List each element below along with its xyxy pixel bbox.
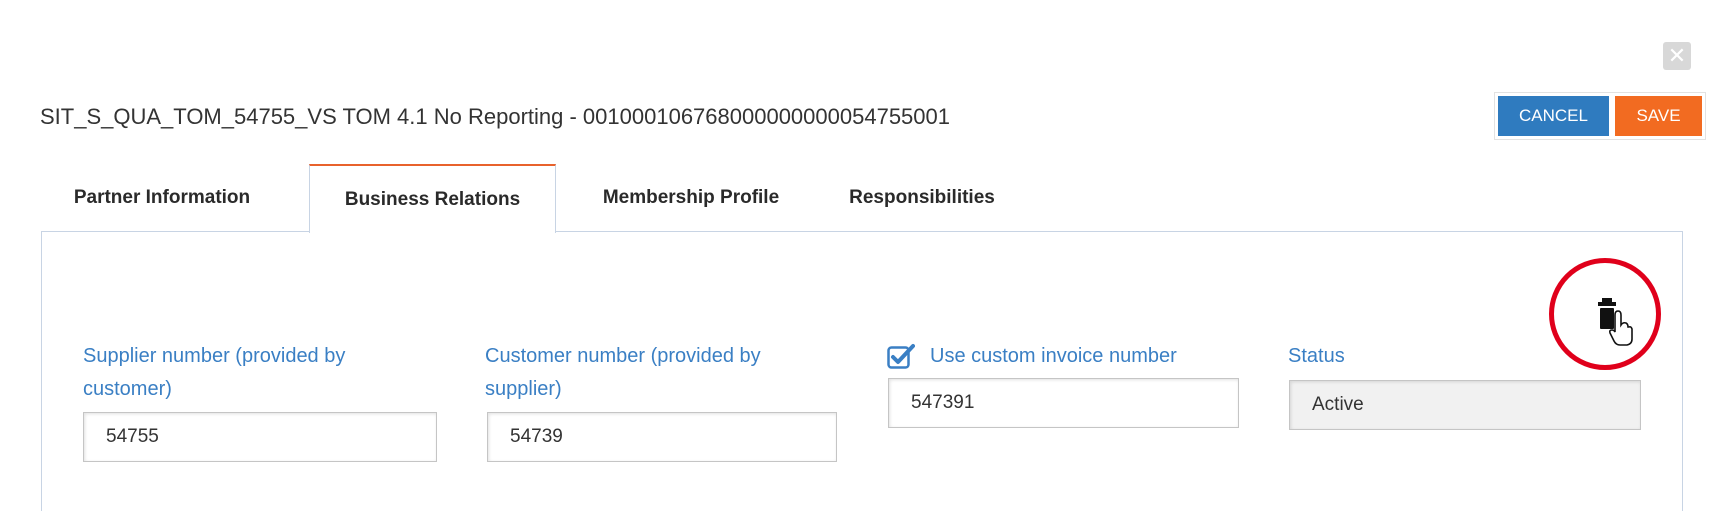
use-custom-invoice-label: Use custom invoice number [930, 345, 1177, 367]
delete-button[interactable] [1596, 295, 1636, 352]
customer-number-label: Customer number (provided by supplier) [485, 340, 761, 406]
tab-business-relations[interactable]: Business Relations [309, 164, 556, 233]
supplier-number-input[interactable]: 54755 [83, 412, 437, 462]
supplier-number-value: 54755 [106, 426, 159, 447]
custom-invoice-value: 547391 [911, 392, 975, 413]
status-label: Status [1288, 345, 1345, 367]
tab-partner-information[interactable]: Partner Information [41, 164, 283, 232]
checkbox-checked-icon [887, 344, 915, 369]
customer-number-label-line1: Customer number (provided by [485, 345, 761, 367]
status-value: Active [1312, 394, 1364, 415]
status-field: Active [1289, 380, 1641, 430]
use-custom-invoice-checkbox[interactable] [887, 343, 915, 369]
tab-responsibilities[interactable]: Responsibilities [827, 164, 1017, 232]
dialog-actions: CANCEL SAVE [1494, 92, 1706, 140]
supplier-number-label-line2: customer) [83, 378, 172, 400]
trash-icon [1598, 298, 1633, 346]
customer-number-value: 54739 [510, 426, 563, 447]
customer-number-label-line2: supplier) [485, 378, 562, 400]
tab-membership-profile[interactable]: Membership Profile [571, 164, 811, 232]
cancel-button[interactable]: CANCEL [1498, 96, 1609, 136]
close-button[interactable]: ✕ [1663, 42, 1691, 70]
supplier-number-label-line1: Supplier number (provided by [83, 345, 346, 367]
close-icon: ✕ [1667, 43, 1687, 68]
dialog-title: SIT_S_QUA_TOM_54755_VS TOM 4.1 No Report… [40, 104, 950, 129]
customer-number-input[interactable]: 54739 [487, 412, 837, 462]
save-button[interactable]: SAVE [1615, 96, 1702, 136]
supplier-number-label: Supplier number (provided by customer) [83, 340, 345, 406]
custom-invoice-input[interactable]: 547391 [888, 378, 1239, 428]
